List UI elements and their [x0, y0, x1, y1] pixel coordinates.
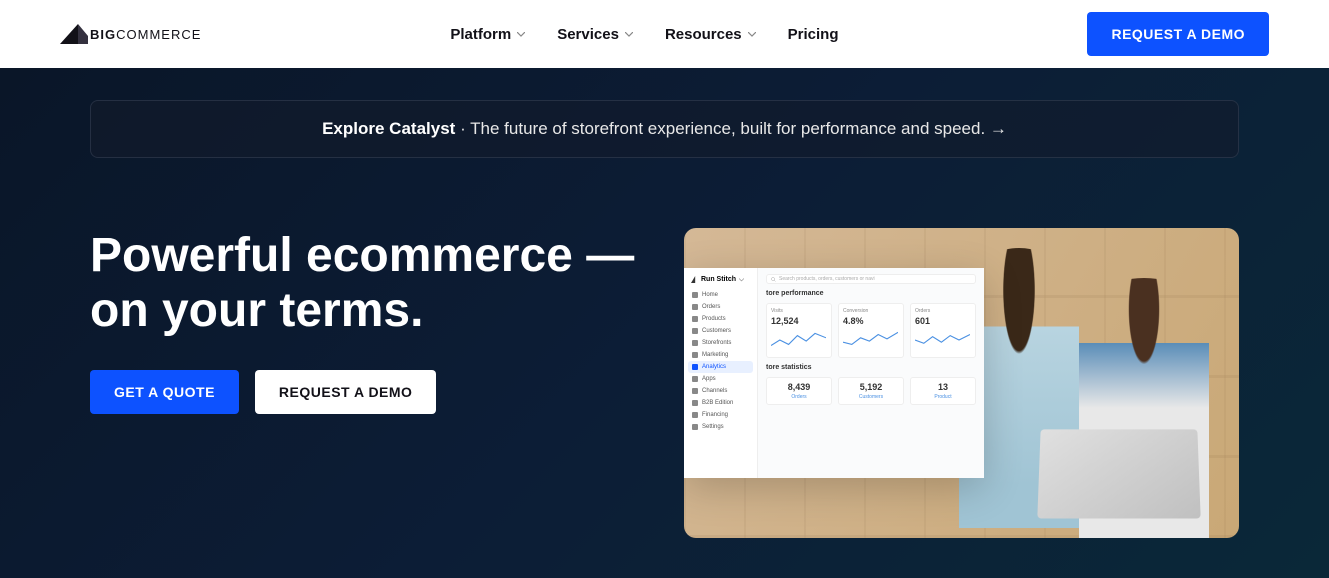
- dash-nav-financing: Financing: [688, 409, 753, 421]
- home-icon: [692, 292, 698, 298]
- chevron-down-icon: [625, 32, 633, 37]
- analytics-icon: [692, 364, 698, 370]
- main-nav: Platform Services Resources Pricing: [450, 26, 838, 43]
- banner-text: The future of storefront experience, bui…: [470, 119, 985, 138]
- dashboard-main: Search products, orders, customers or na…: [758, 268, 984, 478]
- hero-content: Powerful ecommerce — on your terms. GET …: [90, 228, 1239, 538]
- hero-buttons: GET A QUOTE REQUEST A DEMO: [90, 370, 640, 414]
- dashboard-stats: 8,439 Orders 5,192 Customers 13 Product: [766, 377, 976, 405]
- dash-nav-marketing: Marketing: [688, 349, 753, 361]
- dash-nav-orders: Orders: [688, 301, 753, 313]
- dash-nav-apps: Apps: [688, 373, 753, 385]
- logo-text-thin: COMMERCE: [116, 27, 201, 42]
- customers-icon: [692, 328, 698, 334]
- dashboard-search: Search products, orders, customers or na…: [766, 274, 976, 284]
- arrow-right-icon: →: [990, 119, 1007, 138]
- sparkline-icon: [843, 329, 898, 351]
- hero-title: Powerful ecommerce — on your terms.: [90, 228, 640, 338]
- dash-nav-storefronts: Storefronts: [688, 337, 753, 349]
- banner-separator: ·: [460, 119, 466, 138]
- laptop-illustration: [1037, 429, 1200, 518]
- nav-services[interactable]: Services: [557, 26, 633, 43]
- dash-nav-home: Home: [688, 289, 753, 301]
- dashboard-metrics: Visits 12,524 Conversion 4.8% Orders 601: [766, 303, 976, 358]
- nav-resources[interactable]: Resources: [665, 26, 756, 43]
- perf-title: tore performance: [766, 290, 976, 297]
- stats-title: tore statistics: [766, 364, 976, 371]
- nav-platform[interactable]: Platform: [450, 26, 525, 43]
- chevron-down-icon: [748, 32, 756, 37]
- logo[interactable]: BIGCOMMERCE: [60, 24, 201, 44]
- sparkline-icon: [771, 329, 826, 351]
- hero-left: Powerful ecommerce — on your terms. GET …: [90, 228, 640, 414]
- dashboard-mockup: Run Stitch Home Orders Products Customer…: [684, 268, 984, 478]
- logo-icon: [691, 276, 698, 283]
- main-header: BIGCOMMERCE Platform Services Resources …: [0, 0, 1329, 68]
- catalyst-banner[interactable]: Explore Catalyst · The future of storefr…: [90, 100, 1239, 158]
- metric-orders: Orders 601: [910, 303, 976, 358]
- financing-icon: [692, 412, 698, 418]
- b2b-icon: [692, 400, 698, 406]
- request-demo-hero-button[interactable]: REQUEST A DEMO: [255, 370, 437, 414]
- storefronts-icon: [692, 340, 698, 346]
- stat-products: 13 Product: [910, 377, 976, 405]
- settings-icon: [692, 424, 698, 430]
- hero-section: Explore Catalyst · The future of storefr…: [0, 68, 1329, 578]
- logo-icon: [60, 24, 88, 44]
- dash-nav-channels: Channels: [688, 385, 753, 397]
- search-icon: [771, 277, 776, 282]
- products-icon: [692, 316, 698, 322]
- dash-nav-analytics: Analytics: [688, 361, 753, 373]
- orders-icon: [692, 304, 698, 310]
- apps-icon: [692, 376, 698, 382]
- logo-text-bold: BIG: [90, 27, 116, 42]
- marketing-icon: [692, 352, 698, 358]
- dashboard-store-selector: Run Stitch: [688, 274, 753, 289]
- dash-nav-customers: Customers: [688, 325, 753, 337]
- metric-conversion: Conversion 4.8%: [838, 303, 904, 358]
- channels-icon: [692, 388, 698, 394]
- dash-nav-settings: Settings: [688, 421, 753, 433]
- request-demo-header-button[interactable]: REQUEST A DEMO: [1087, 12, 1269, 56]
- dashboard-sidebar: Run Stitch Home Orders Products Customer…: [684, 268, 758, 478]
- get-quote-button[interactable]: GET A QUOTE: [90, 370, 239, 414]
- banner-title: Explore Catalyst: [322, 119, 455, 138]
- dash-nav-products: Products: [688, 313, 753, 325]
- hero-image: Run Stitch Home Orders Products Customer…: [684, 228, 1239, 538]
- sparkline-icon: [915, 329, 970, 351]
- chevron-down-icon: [739, 278, 744, 282]
- metric-visits: Visits 12,524: [766, 303, 832, 358]
- chevron-down-icon: [517, 32, 525, 37]
- dash-nav-b2b: B2B Edition: [688, 397, 753, 409]
- nav-pricing[interactable]: Pricing: [788, 26, 839, 43]
- stat-customers: 5,192 Customers: [838, 377, 904, 405]
- stat-orders: 8,439 Orders: [766, 377, 832, 405]
